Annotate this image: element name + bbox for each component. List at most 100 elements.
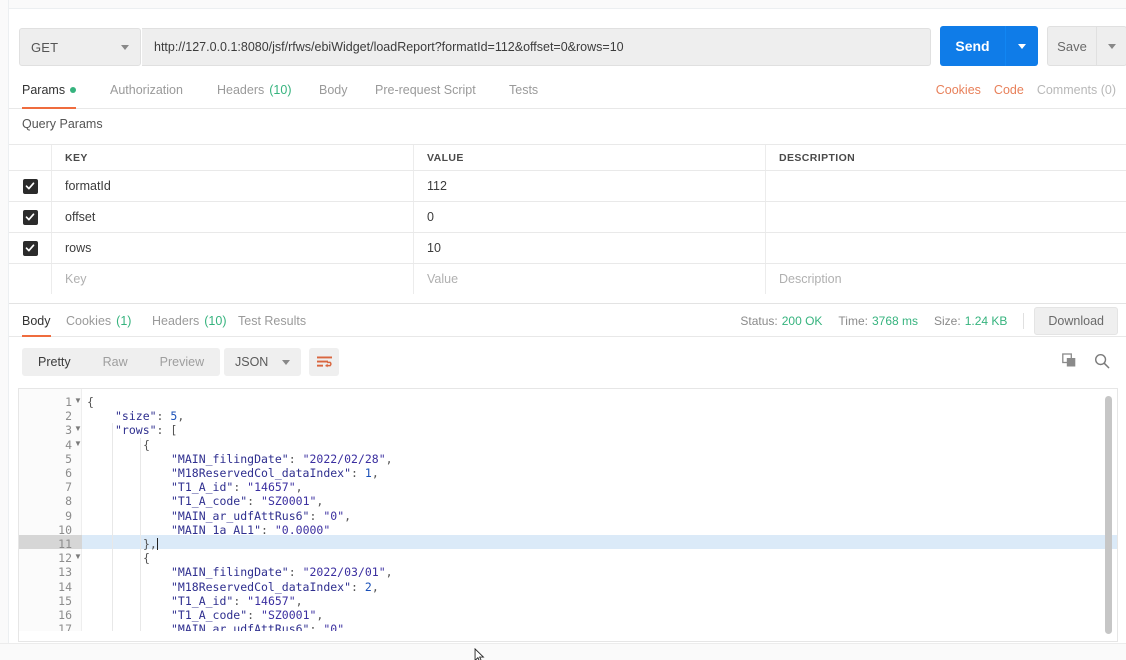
param-value[interactable]: 10 [427, 241, 441, 255]
search-icon[interactable] [1094, 353, 1110, 372]
code-token: 1 [364, 466, 372, 480]
code-token: : [351, 466, 365, 480]
table-header-row: KEY VALUE DESCRIPTION [9, 144, 1126, 170]
word-wrap-button[interactable] [309, 348, 339, 376]
param-key[interactable]: rows [65, 241, 91, 255]
request-tab-bar: Params Authorization Headers (10) Body P… [9, 71, 1126, 109]
response-tab-test-results-label: Test Results [238, 313, 307, 328]
request-url-text: http://127.0.0.1:8080/jsf/rfws/ebiWidget… [154, 40, 624, 54]
body-view-pretty[interactable]: Pretty [22, 348, 87, 376]
code-token: 2 [364, 579, 372, 594]
row-checkbox[interactable] [22, 209, 38, 225]
send-button[interactable]: Send [940, 26, 1005, 66]
code-token: "T1_A_id" [171, 593, 234, 608]
body-format-selector[interactable]: JSON [224, 348, 302, 376]
response-meta: Status: 200 OK Time: 3768 ms Size: 1.24 … [740, 304, 1118, 337]
request-url-input[interactable]: http://127.0.0.1:8080/jsf/rfws/ebiWidget… [142, 28, 931, 66]
code-token: "rows" [115, 423, 157, 438]
code-fold-toggle-icon[interactable]: ▼ [74, 552, 82, 561]
tab-pre-request-script[interactable]: Pre-request Script [375, 71, 476, 109]
row-checkbox[interactable] [22, 178, 38, 194]
http-method-selector[interactable]: GET [19, 28, 141, 66]
response-body-code-viewer[interactable]: 1 ▼{2 "size": 5, 3 ▼ "rows": [4 ▼{5 "MAIN_filin… [18, 388, 1118, 642]
request-tab-right-links: Cookies Code Comments (0) [936, 71, 1126, 109]
param-value[interactable]: 112 [427, 179, 447, 193]
tab-tests[interactable]: Tests [509, 71, 538, 109]
cookies-link[interactable]: Cookies [936, 83, 981, 97]
response-tab-headers[interactable]: Headers (10) [152, 304, 226, 337]
body-view-raw[interactable]: Raw [87, 348, 144, 376]
code-token: : [309, 508, 324, 523]
response-tab-cookies-label: Cookies [66, 313, 112, 328]
line-number: 9 [65, 508, 72, 523]
comments-link[interactable]: Comments (0) [1037, 83, 1116, 97]
code-vertical-scrollbar-track[interactable] [1105, 392, 1115, 634]
response-tab-cookies-count: (1) [116, 313, 132, 328]
new-param-key-input[interactable]: Key [65, 272, 87, 286]
param-value[interactable]: 0 [427, 210, 434, 224]
tab-authorization-label: Authorization [110, 83, 183, 97]
new-param-description-input[interactable]: Description [779, 272, 842, 286]
response-tab-test-results[interactable]: Test Results [238, 304, 306, 337]
code-line: }, [143, 537, 157, 551]
code-line: { [143, 438, 150, 452]
row-checkbox[interactable] [22, 240, 38, 256]
response-tab-cookies[interactable]: Cookies (1) [66, 304, 131, 337]
code-token: : [156, 409, 171, 424]
code-token: "MAIN_ar_udfAttRus6" [171, 508, 310, 523]
save-button[interactable]: Save [1047, 26, 1097, 66]
code-token: : [ [156, 423, 178, 438]
code-link[interactable]: Code [994, 83, 1024, 97]
tab-body[interactable]: Body [319, 71, 348, 109]
response-tab-headers-count: (10) [204, 313, 227, 328]
code-line: "rows": [ [115, 423, 177, 437]
code-token: "T1_A_code" [171, 494, 248, 509]
param-key[interactable]: formatId [65, 179, 111, 193]
chevron-down-icon [282, 359, 291, 365]
word-wrap-icon [316, 356, 332, 367]
window-top-strip [0, 0, 1126, 9]
download-button[interactable]: Download [1034, 306, 1118, 335]
code-fold-toggle-icon[interactable]: ▼ [74, 439, 82, 448]
line-number: 11 [58, 537, 72, 551]
query-params-table: KEY VALUE DESCRIPTION formatId 112 offse… [9, 144, 1126, 294]
code-horizontal-scrollbar-track[interactable] [19, 631, 1105, 641]
code-fold-toggle-icon[interactable]: ▼ [74, 396, 82, 405]
body-view-preview[interactable]: Preview [144, 348, 220, 376]
tab-headers[interactable]: Headers (10) [217, 71, 291, 109]
table-row: rows 10 [9, 232, 1126, 263]
code-token: , [316, 494, 324, 509]
response-tab-body[interactable]: Body [22, 304, 51, 337]
size-value: 1.24 KB [964, 313, 1008, 328]
code-fold-toggle-icon[interactable]: ▼ [74, 424, 82, 433]
code-token: , [385, 565, 393, 580]
window-bottom-strip [0, 643, 1126, 660]
body-toolbar-icons [1062, 348, 1110, 376]
save-options-button[interactable] [1097, 26, 1126, 66]
table-row: formatId 112 [9, 170, 1126, 201]
time-label: Time: [838, 313, 868, 328]
code-vertical-scrollbar-thumb[interactable] [1105, 396, 1112, 634]
tab-params[interactable]: Params [22, 71, 77, 109]
code-line: "size": 5, [115, 409, 184, 423]
code-token: , [385, 451, 393, 466]
column-header-key: KEY [65, 151, 88, 164]
table-row-placeholder: Key Value Description [9, 263, 1126, 294]
response-tab-body-label: Body [22, 313, 51, 328]
copy-icon[interactable] [1062, 353, 1077, 371]
code-token: "size" [115, 409, 157, 424]
tab-authorization[interactable]: Authorization [110, 71, 183, 109]
highlighted-line [82, 535, 1117, 550]
new-param-value-input[interactable]: Value [427, 272, 458, 286]
window-left-rail [0, 0, 9, 660]
param-key[interactable]: offset [65, 210, 95, 224]
column-header-description: DESCRIPTION [779, 151, 856, 164]
code-token: "T1_A_id" [171, 480, 234, 495]
code-token: "M18ReservedCol_dataIndex" [171, 466, 352, 480]
code-line: "M18ReservedCol_dataIndex": 1, [171, 466, 379, 480]
code-token: : [288, 565, 303, 580]
send-options-button[interactable] [1005, 26, 1038, 66]
code-token: "MAIN_filingDate" [171, 451, 289, 466]
code-token: : [288, 451, 303, 466]
line-number: 3 [65, 423, 72, 438]
